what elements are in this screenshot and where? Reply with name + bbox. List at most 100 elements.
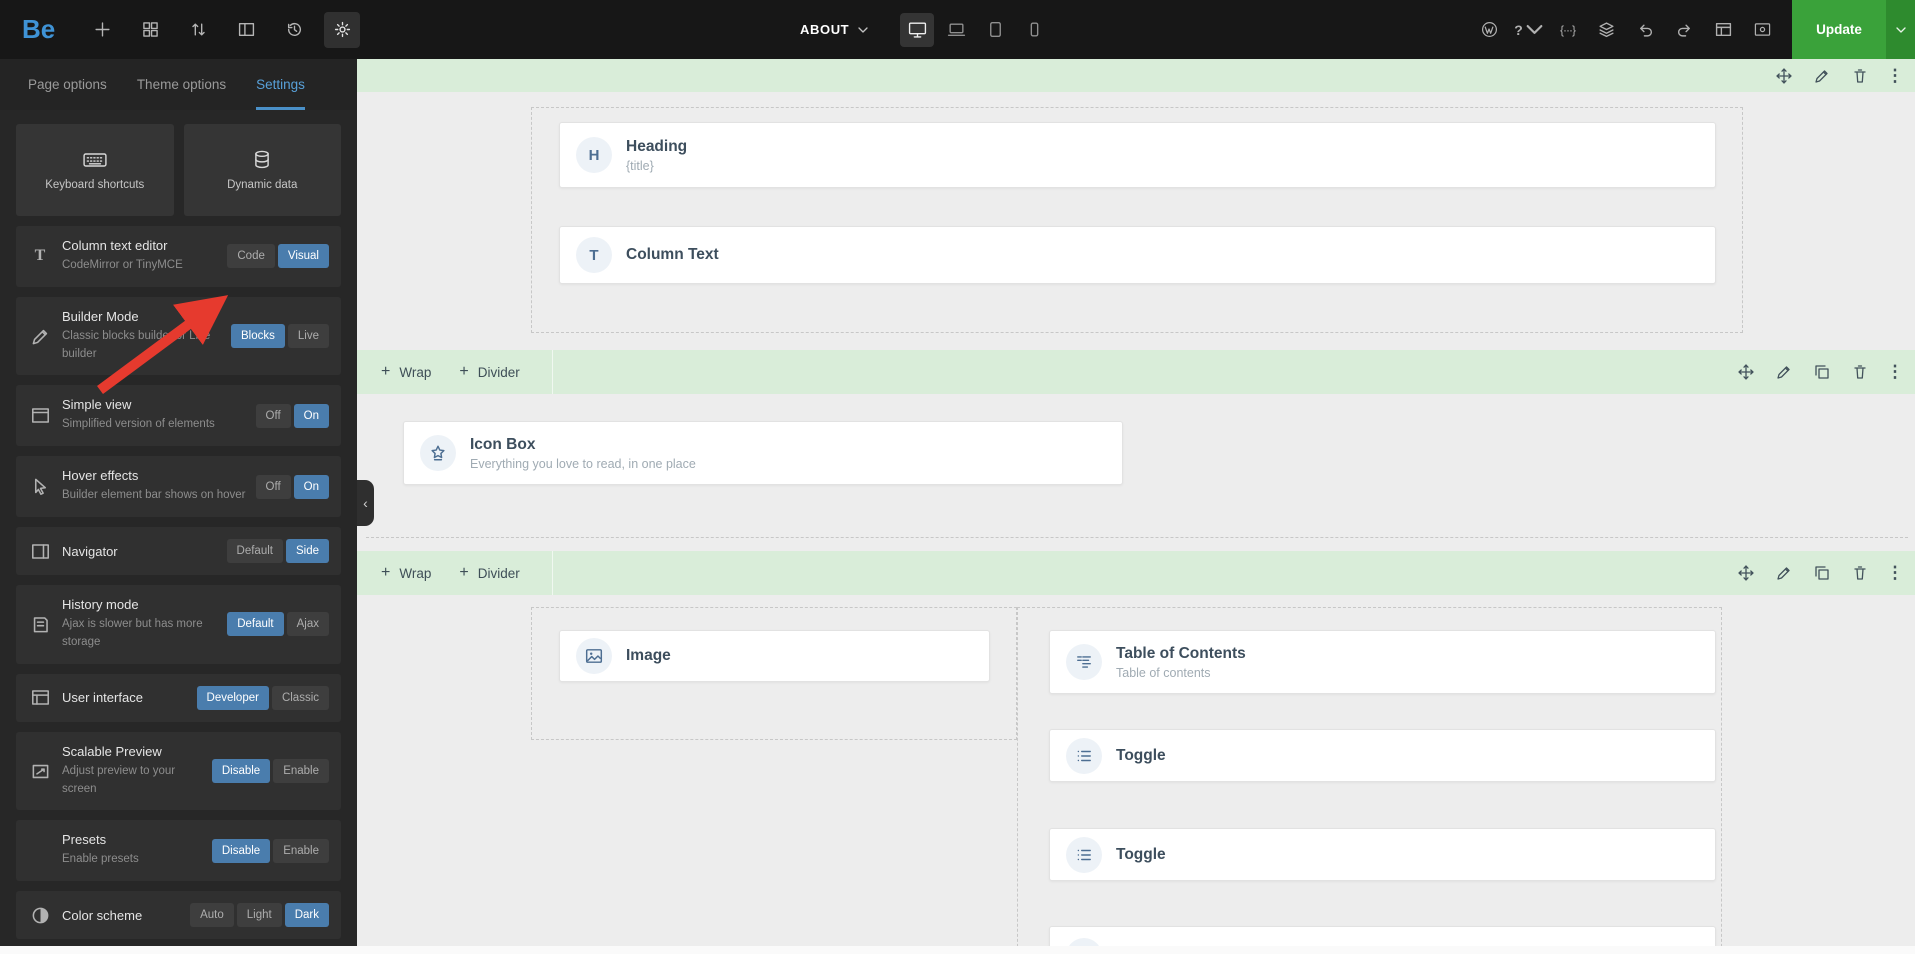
setting-title: History mode xyxy=(62,597,139,613)
update-options-caret[interactable] xyxy=(1886,0,1915,59)
trash-icon[interactable] xyxy=(1851,363,1869,381)
option-dark[interactable]: Dark xyxy=(284,903,329,928)
element-subtitle: {title} xyxy=(626,158,654,173)
element-icon-box[interactable]: Icon Box Everything you love to read, in… xyxy=(403,421,1123,485)
element-toggle[interactable]: Toggle xyxy=(1049,729,1716,782)
history-mode-icon xyxy=(28,615,52,634)
element-toggle[interactable]: Toggle xyxy=(1049,926,1716,946)
more-dots-icon[interactable]: ⋮ xyxy=(1887,563,1904,582)
tab-page-options[interactable]: Page options xyxy=(28,59,107,110)
option-light[interactable]: Light xyxy=(236,903,282,928)
option-code[interactable]: Code xyxy=(227,244,275,269)
user-interface-icon xyxy=(28,688,52,707)
betheme-logo[interactable]: Be xyxy=(22,0,55,59)
navigator-icon xyxy=(28,542,52,561)
add-wrap-button[interactable]: + Wrap xyxy=(381,364,431,380)
element-heading[interactable]: H Heading {title} xyxy=(559,122,1716,188)
hover-effects-toggle: Off On xyxy=(255,474,329,499)
element-title: Table of Contents xyxy=(1116,644,1246,662)
keyboard-shortcuts-tile[interactable]: Keyboard shortcuts xyxy=(16,124,174,216)
option-live[interactable]: Live xyxy=(287,324,329,349)
tab-theme-options[interactable]: Theme options xyxy=(137,59,226,110)
table-of-contents-icon xyxy=(1066,644,1102,680)
phone-icon[interactable] xyxy=(1017,13,1051,47)
edit-pencil-icon[interactable] xyxy=(1775,564,1793,582)
heading-icon: H xyxy=(576,137,612,173)
topbar-left-tools xyxy=(84,0,360,59)
option-classic[interactable]: Classic xyxy=(271,685,329,710)
add-divider-button[interactable]: + Divider xyxy=(459,565,519,581)
history-icon[interactable] xyxy=(276,12,312,48)
setting-desc: Adjust preview to your screen xyxy=(62,764,176,795)
color-scheme-icon xyxy=(28,906,52,925)
reorder-icon[interactable] xyxy=(180,12,216,48)
edit-pencil-icon[interactable] xyxy=(1775,363,1793,381)
duplicate-icon[interactable] xyxy=(1813,363,1831,381)
chevron-down-icon xyxy=(858,26,868,33)
add-wrap-button[interactable]: + Wrap xyxy=(381,565,431,581)
element-title: Heading xyxy=(626,137,688,155)
layers-icon[interactable] xyxy=(1587,0,1626,59)
update-button[interactable]: Update xyxy=(1792,0,1886,59)
duplicate-icon[interactable] xyxy=(1813,564,1831,582)
trash-icon[interactable] xyxy=(1851,67,1869,85)
element-toggle[interactable]: Toggle xyxy=(1049,828,1716,881)
setting-desc: Ajax is slower but has more storage xyxy=(62,618,203,648)
move-icon[interactable] xyxy=(1775,67,1793,85)
option-off[interactable]: Off xyxy=(255,474,291,499)
panels-icon[interactable] xyxy=(1704,0,1743,59)
layout-columns-icon[interactable] xyxy=(228,12,264,48)
element-column-text[interactable]: T Column Text xyxy=(559,226,1716,284)
tab-settings[interactable]: Settings xyxy=(256,59,305,110)
element-image[interactable]: Image xyxy=(559,630,990,682)
move-icon[interactable] xyxy=(1737,363,1755,381)
option-enable[interactable]: Enable xyxy=(273,838,329,863)
option-on[interactable]: On xyxy=(293,474,329,499)
option-disable[interactable]: Disable xyxy=(211,759,271,783)
move-icon[interactable] xyxy=(1737,564,1755,582)
option-enable[interactable]: Enable xyxy=(273,759,329,783)
hover-effects-icon xyxy=(28,477,52,496)
setting-title: Scalable Preview xyxy=(62,743,162,759)
preview-icon[interactable] xyxy=(1743,0,1782,59)
help-icon[interactable]: ? xyxy=(1509,0,1548,59)
option-off[interactable]: Off xyxy=(255,403,291,428)
database-icon xyxy=(250,150,274,170)
element-subtitle: Everything you love to read, in one plac… xyxy=(470,456,696,471)
wordpress-icon[interactable] xyxy=(1470,0,1509,59)
undo-icon[interactable] xyxy=(1626,0,1665,59)
toolbar-separator xyxy=(551,551,553,595)
option-developer[interactable]: Developer xyxy=(196,685,269,710)
shortcut-tiles: Keyboard shortcuts Dynamic data xyxy=(16,124,341,216)
grid-icon[interactable] xyxy=(132,12,168,48)
option-visual[interactable]: Visual xyxy=(277,244,329,269)
option-ajax[interactable]: Ajax xyxy=(286,612,329,637)
dynamic-data-tile[interactable]: Dynamic data xyxy=(183,124,341,216)
add-divider-button[interactable]: + Divider xyxy=(459,364,519,380)
add-icon[interactable] xyxy=(84,12,120,48)
desktop-icon[interactable] xyxy=(900,12,934,47)
more-dots-icon[interactable]: ⋮ xyxy=(1887,362,1904,381)
settings-gear-icon[interactable] xyxy=(324,11,360,48)
tablet-icon[interactable] xyxy=(978,13,1012,47)
plus-icon: + xyxy=(381,363,391,380)
setting-title: Presets xyxy=(62,832,107,848)
trash-icon[interactable] xyxy=(1851,564,1869,582)
option-default[interactable]: Default xyxy=(227,612,284,637)
page-selector-dropdown[interactable]: ABOUT xyxy=(800,0,868,59)
edit-pencil-icon[interactable] xyxy=(1813,67,1831,85)
option-blocks[interactable]: Blocks xyxy=(231,324,285,349)
collapse-sidebar-icon[interactable]: ‹ xyxy=(357,480,374,526)
plus-icon: + xyxy=(381,564,391,581)
redo-icon[interactable] xyxy=(1665,0,1704,59)
section-bottom-border xyxy=(366,537,1908,538)
laptop-icon[interactable] xyxy=(939,13,973,47)
element-table-of-contents[interactable]: Table of Contents Table of contents xyxy=(1049,630,1716,694)
option-disable[interactable]: Disable xyxy=(211,838,271,863)
option-default[interactable]: Default xyxy=(226,539,283,564)
shortcode-icon[interactable]: {···} xyxy=(1548,0,1587,59)
more-dots-icon[interactable]: ⋮ xyxy=(1887,66,1904,85)
option-side[interactable]: Side xyxy=(285,539,329,564)
option-on[interactable]: On xyxy=(293,403,329,428)
option-auto[interactable]: Auto xyxy=(190,903,234,928)
